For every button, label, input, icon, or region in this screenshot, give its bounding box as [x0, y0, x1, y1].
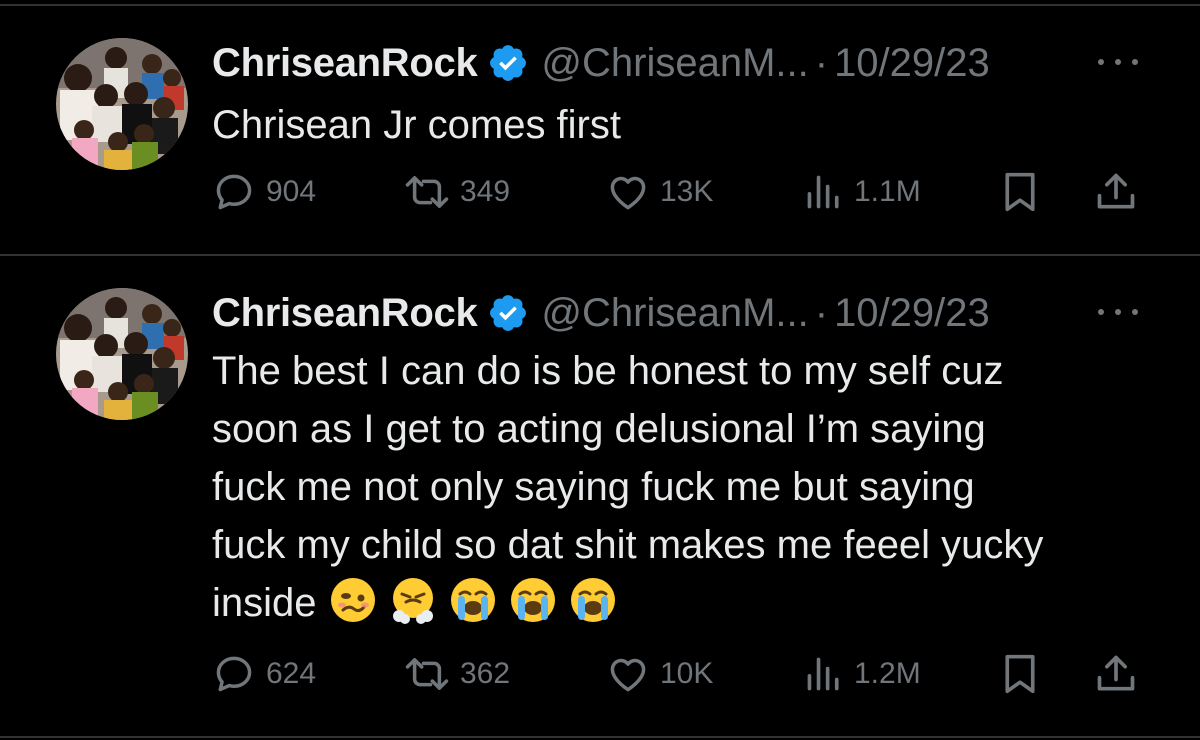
share-button[interactable]	[1094, 650, 1138, 698]
bar-chart-icon	[807, 657, 839, 691]
tweet-divider	[0, 254, 1200, 256]
retweet-icon	[405, 176, 449, 208]
like-count: 13K	[660, 175, 714, 208]
bookmark-button[interactable]	[1000, 650, 1040, 698]
avatar[interactable]	[56, 38, 188, 170]
tweet-text-line: inside	[212, 581, 317, 625]
bookmark-icon	[1005, 654, 1035, 694]
like-count: 10K	[660, 657, 714, 690]
tweet-text-line: The best I can do is be honest to my sel…	[212, 349, 1004, 393]
heart-icon	[610, 658, 646, 692]
tweet-text-line: soon as I get to acting delusional I’m s…	[212, 407, 986, 451]
tweet-text-line: fuck me not only saying fuck me but sayi…	[212, 465, 975, 509]
like-button[interactable]: 13K	[606, 168, 713, 216]
tweet-date[interactable]: 10/29/23	[834, 41, 990, 86]
retweet-button[interactable]: 349	[404, 168, 510, 216]
speech-bubble-icon	[216, 174, 252, 210]
share-icon	[1097, 655, 1135, 691]
tweet-text-line: Chrisean Jr comes first	[212, 103, 621, 147]
bookmark-button[interactable]	[1000, 168, 1040, 216]
tweet-header: ChriseanRock @ChriseanM... · 10/29/23	[212, 288, 990, 338]
tweet[interactable]: ChriseanRock @ChriseanM... · 10/29/23 Th…	[0, 288, 1200, 708]
tweet-date[interactable]: 10/29/23	[834, 291, 990, 336]
verified-badge-icon	[487, 292, 529, 334]
avatar-photo	[56, 288, 188, 420]
display-name[interactable]: ChriseanRock	[212, 291, 478, 336]
tweet-actions: 904 349 13K 1.1M	[212, 168, 1152, 216]
tweet-text: The best I can do is be honest to my sel…	[212, 342, 1172, 640]
loudly-crying-face-icon	[449, 576, 497, 640]
tweet-actions: 624 362 10K 1.2M	[212, 650, 1152, 698]
like-button[interactable]: 10K	[606, 650, 713, 698]
retweet-button[interactable]: 362	[404, 650, 510, 698]
bar-chart-icon	[807, 175, 839, 209]
top-divider	[0, 4, 1200, 6]
heart-icon	[610, 176, 646, 210]
retweet-count: 362	[460, 657, 511, 690]
tweet-header: ChriseanRock @ChriseanM... · 10/29/23	[212, 38, 990, 88]
tweet-text: Chrisean Jr comes first	[212, 96, 1172, 154]
loudly-crying-face-icon	[569, 576, 617, 640]
retweet-count: 349	[460, 175, 511, 208]
tweet-text-last-line: inside	[212, 574, 1172, 640]
loudly-crying-face-icon	[509, 576, 557, 640]
share-icon	[1097, 173, 1135, 209]
view-count: 1.2M	[854, 657, 921, 690]
tweet-feed: ChriseanRock @ChriseanM... · 10/29/23 Ch…	[0, 0, 1200, 740]
view-count: 1.1M	[854, 175, 921, 208]
tweet-text-line: fuck my child so dat shit makes me feeel…	[212, 523, 1044, 567]
more-dots-icon[interactable]	[1098, 302, 1138, 322]
reply-button[interactable]: 904	[212, 168, 316, 216]
retweet-icon	[405, 658, 449, 690]
handle[interactable]: @ChriseanM...	[541, 291, 808, 336]
reply-count: 624	[266, 657, 317, 690]
avatar[interactable]	[56, 288, 188, 420]
handle[interactable]: @ChriseanM...	[541, 41, 808, 86]
verified-badge-icon	[487, 42, 529, 84]
views-button[interactable]: 1.2M	[804, 650, 921, 698]
display-name[interactable]: ChriseanRock	[212, 41, 478, 86]
speech-bubble-icon	[216, 656, 252, 692]
face-with-steam-from-nose-icon	[389, 576, 437, 640]
avatar-photo	[56, 38, 188, 170]
separator-dot: ·	[814, 290, 829, 335]
woozy-face-icon	[329, 576, 377, 640]
bookmark-icon	[1005, 172, 1035, 212]
more-dots-icon[interactable]	[1098, 52, 1138, 72]
tweet[interactable]: ChriseanRock @ChriseanM... · 10/29/23 Ch…	[0, 38, 1200, 248]
separator-dot: ·	[814, 40, 829, 85]
share-button[interactable]	[1094, 168, 1138, 216]
reply-button[interactable]: 624	[212, 650, 316, 698]
reply-count: 904	[266, 175, 317, 208]
bottom-divider	[0, 736, 1200, 738]
views-button[interactable]: 1.1M	[804, 168, 921, 216]
